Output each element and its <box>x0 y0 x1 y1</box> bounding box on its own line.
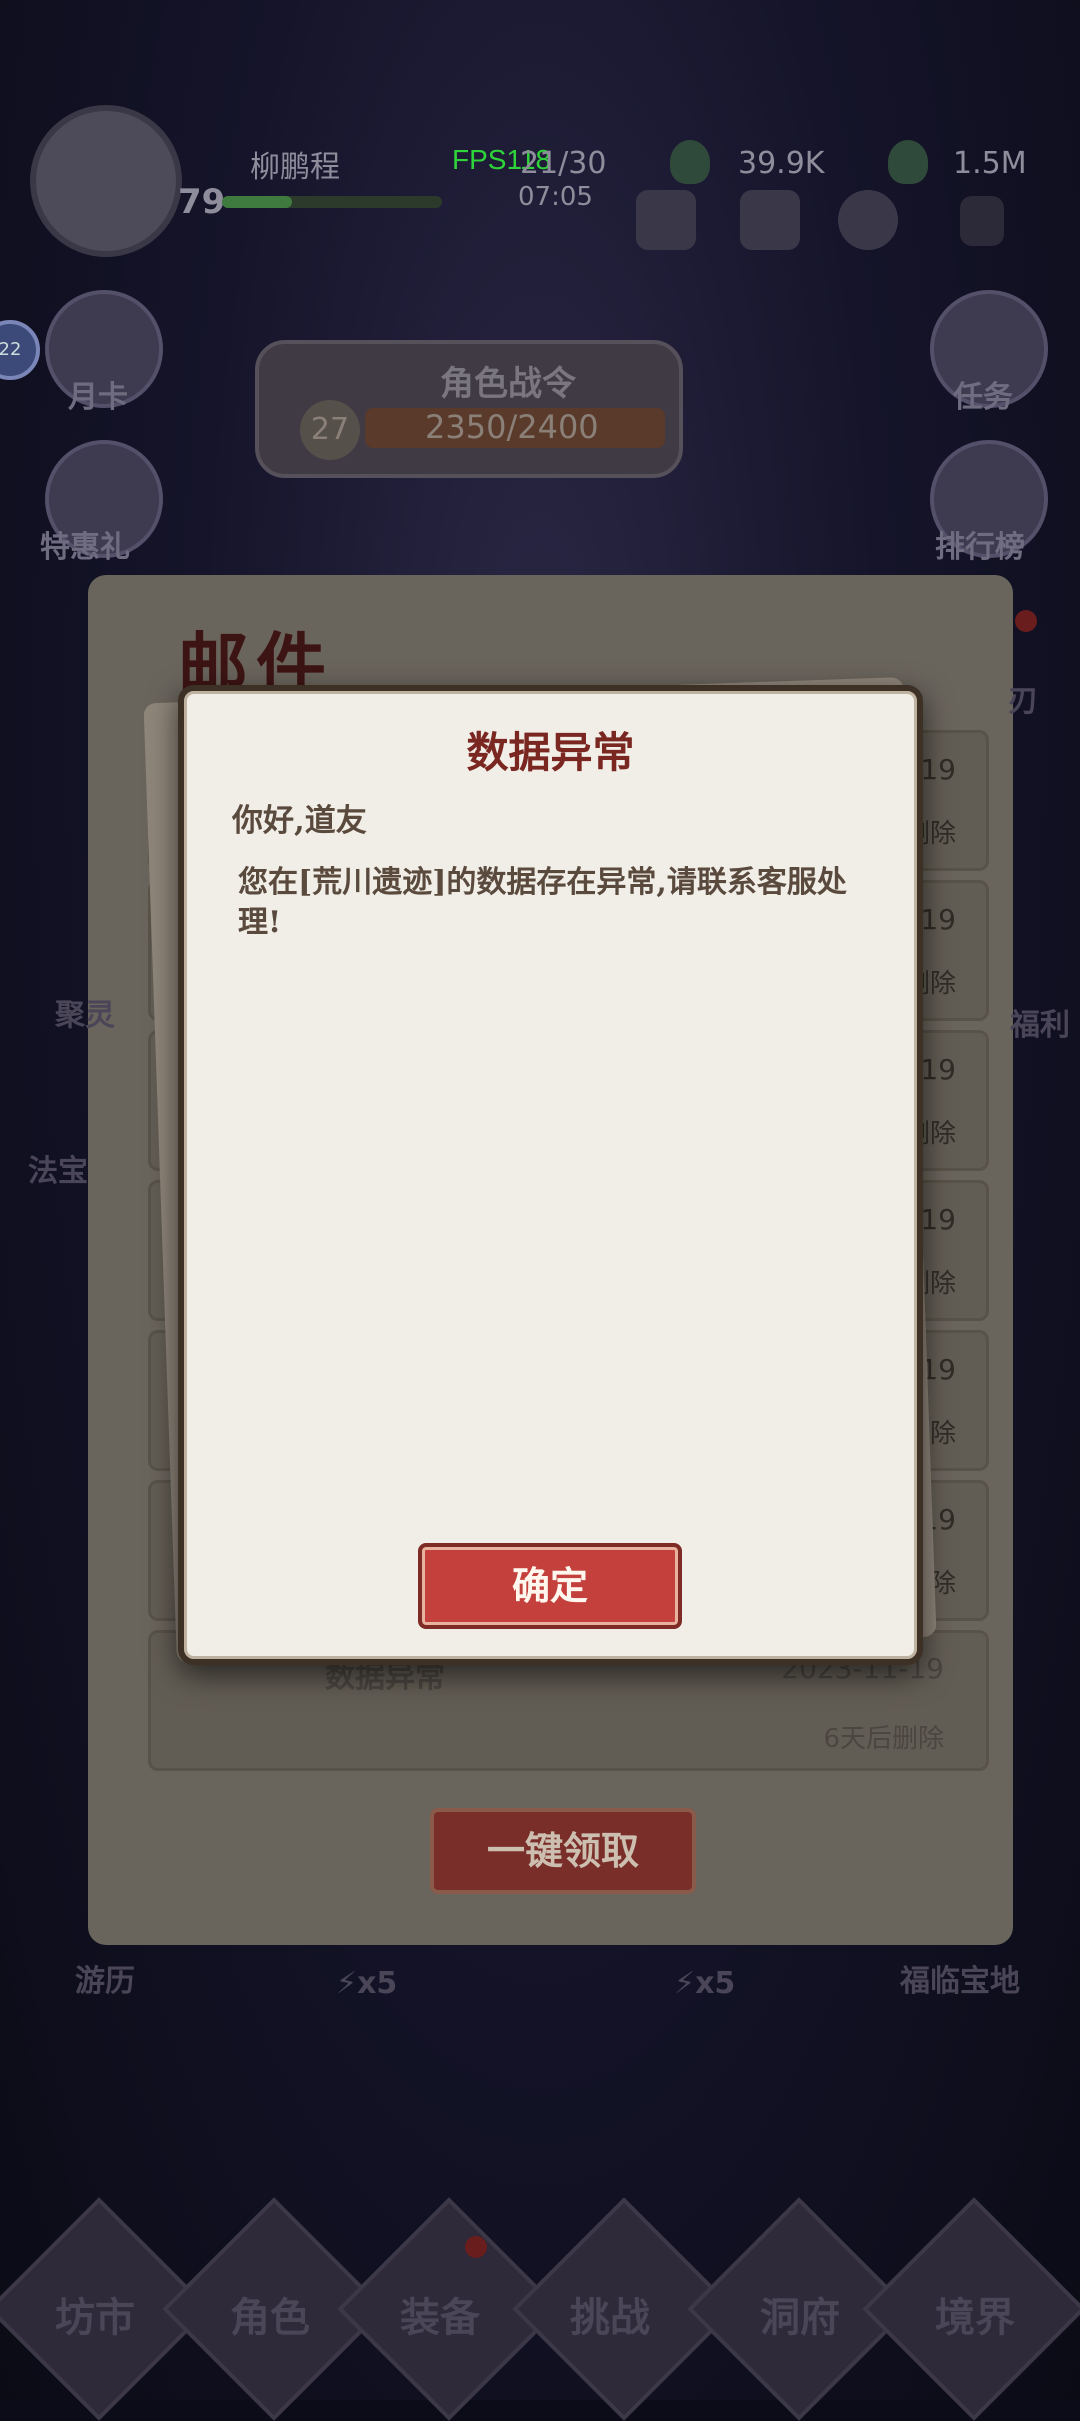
mail-last-delete-note: 6天后删除 <box>823 1724 944 1754</box>
bottom-navigation <box>0 2190 1080 2421</box>
player-avatar[interactable] <box>30 105 182 257</box>
nav-cave-label: 洞府 <box>760 2294 840 2341</box>
dialog-message: 您在[荒川遗迹]的数据存在异常,请联系客服处理! <box>238 865 847 940</box>
leaderboard-label: 排行榜 <box>935 530 1025 565</box>
data-error-dialog: 数据异常 你好,道友 您在[荒川遗迹]的数据存在异常,请联系客服处理! 确定 <box>178 685 923 1665</box>
magic-treasure-label: 法宝 <box>28 1154 88 1189</box>
equipment-alert-dot <box>465 2236 487 2258</box>
fortune-label: 福临宝地 <box>900 1964 1020 1999</box>
quests-label: 任务 <box>953 380 1013 415</box>
jade-icon <box>670 140 710 184</box>
dialog-greeting: 你好,道友 <box>232 803 367 839</box>
special-offer-label: 特惠礼 <box>40 530 130 565</box>
war-pass-title: 角色战令 <box>440 364 576 404</box>
nav-challenge-label: 挑战 <box>570 2294 650 2341</box>
stamina-cost-1: ⚡x5 <box>336 1966 398 2001</box>
horn-icon[interactable] <box>740 190 800 250</box>
dialog-title: 数据异常 <box>466 728 635 777</box>
energy-counter: 21/30 <box>520 146 607 181</box>
war-pass-progress: 2350/2400 <box>425 408 599 446</box>
settings-gear-icon[interactable] <box>838 190 898 250</box>
confirm-button[interactable]: 确定 <box>418 1543 682 1629</box>
monthly-card-label: 月卡 <box>68 380 128 415</box>
resource-spirit-stone: 1.5M <box>953 146 1027 181</box>
history-label: 游历 <box>75 1964 135 1999</box>
spirit-stone-icon <box>888 140 928 184</box>
resource-jade: 39.9K <box>738 146 825 181</box>
nav-market-label: 坊市 <box>55 2294 135 2341</box>
player-level: 79 <box>178 182 226 222</box>
nav-character-label: 角色 <box>230 2294 310 2341</box>
expand-arrow-icon[interactable] <box>960 196 1004 246</box>
gather-label: 聚灵 <box>55 998 115 1033</box>
nav-equipment-label: 装备 <box>400 2294 480 2341</box>
benefit-label: 福利 <box>1010 1008 1070 1043</box>
player-name: 柳鹏程 <box>250 150 340 185</box>
scroll-icon[interactable] <box>636 190 696 250</box>
experience-bar <box>222 196 442 208</box>
war-pass-level: 27 <box>300 400 360 460</box>
nav-realm-label: 境界 <box>935 2294 1015 2341</box>
claim-all-button[interactable]: 一键领取 <box>430 1808 696 1894</box>
stamina-cost-2: ⚡x5 <box>674 1966 736 2001</box>
energy-timer: 07:05 <box>518 182 593 212</box>
blade-label: 刃 <box>1008 684 1038 719</box>
mail-alert-dot <box>1015 610 1037 632</box>
